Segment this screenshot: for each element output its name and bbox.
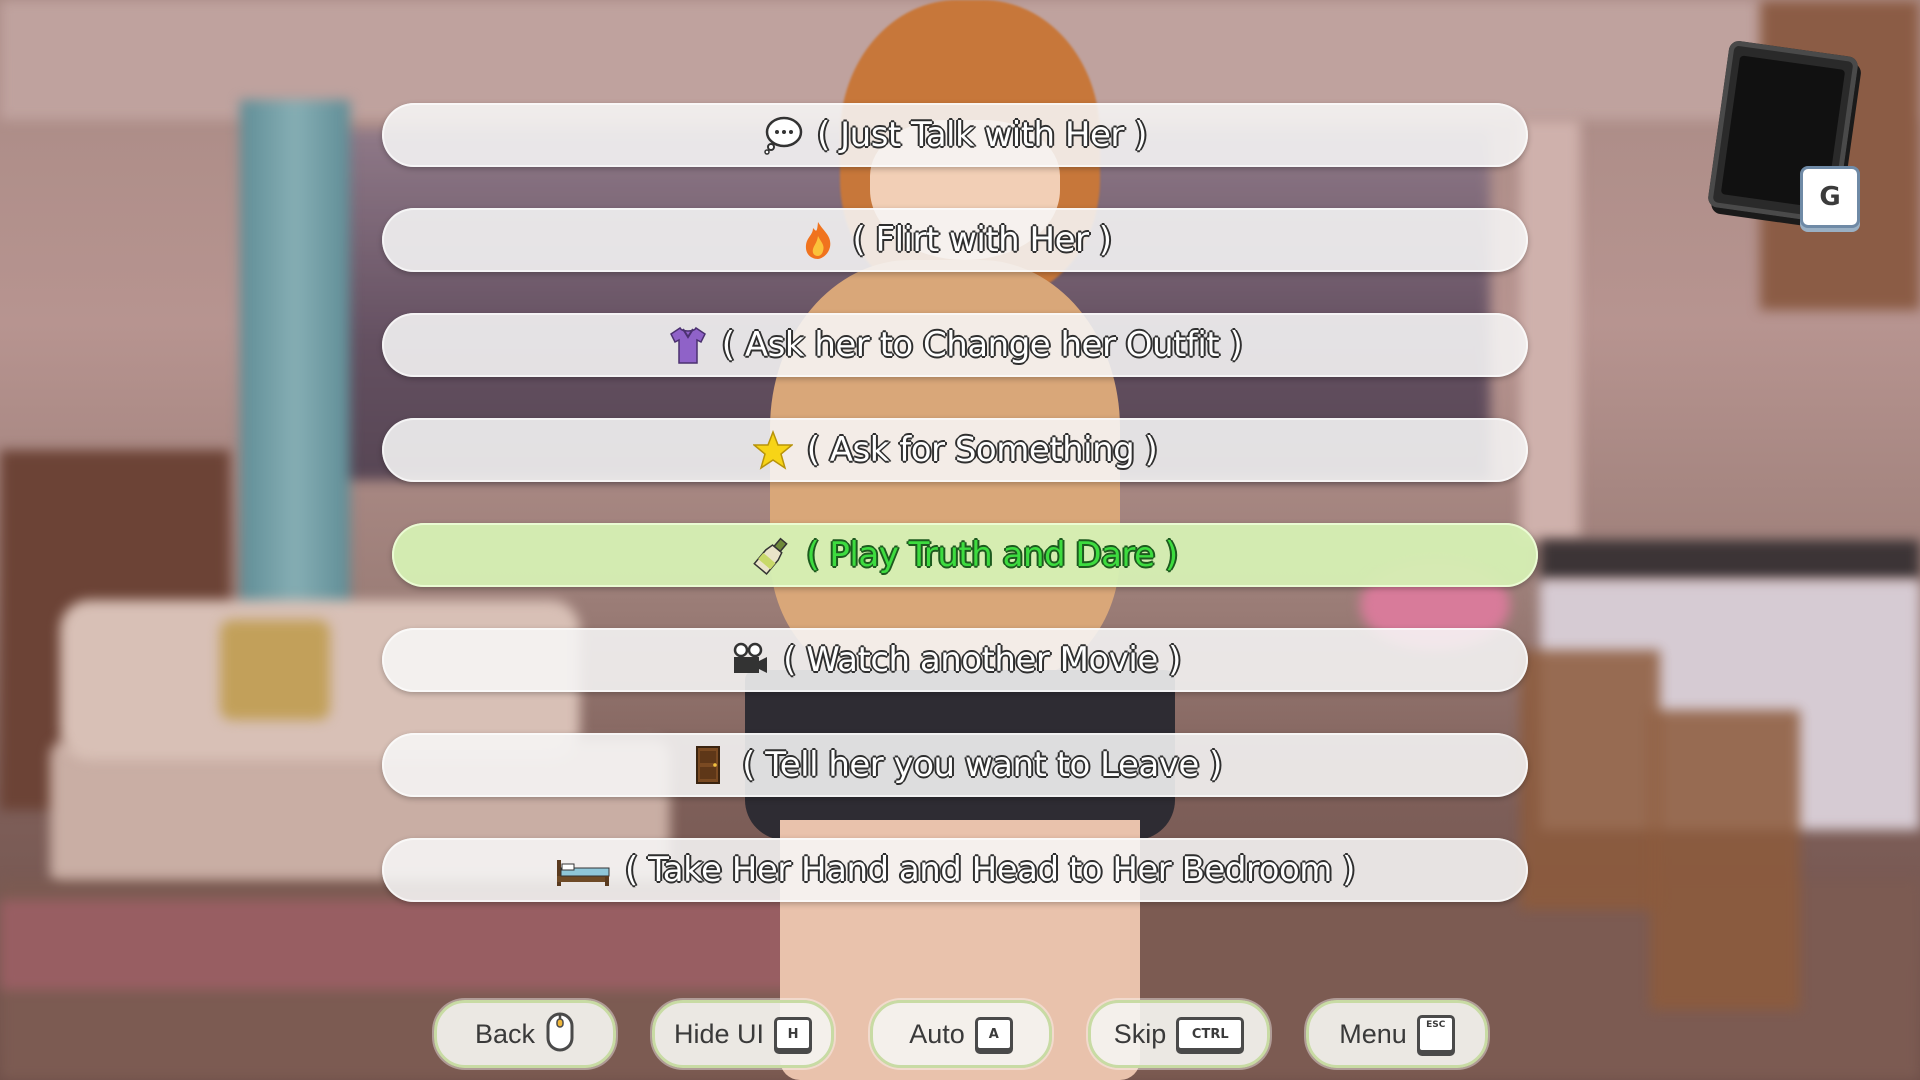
- door-icon: [688, 745, 728, 785]
- menu-button[interactable]: Menu ESC: [1306, 1000, 1488, 1068]
- back-button[interactable]: Back: [434, 1000, 616, 1068]
- auto-label: Auto: [909, 1018, 965, 1049]
- menu-label: Menu: [1339, 1018, 1407, 1049]
- fire-icon: [798, 220, 838, 260]
- back-label: Back: [474, 1018, 536, 1049]
- choice-bedroom[interactable]: ( Take Her Hand and Head to Her Bedroom …: [382, 838, 1528, 902]
- skip-keycap: CTRL: [1176, 1017, 1245, 1051]
- choice-label: ( Take Her Hand and Head to Her Bedroom …: [624, 849, 1356, 891]
- choice-flirt[interactable]: ( Flirt with Her ): [382, 208, 1528, 272]
- choice-just-talk[interactable]: ( Just Talk with Her ): [382, 103, 1528, 167]
- choice-change-outfit[interactable]: ( Ask her to Change her Outfit ): [382, 313, 1528, 377]
- choice-label: ( Tell her you want to Leave ): [741, 744, 1223, 786]
- shirt-icon: [668, 325, 708, 365]
- choice-truth-and-dare[interactable]: ( Play Truth and Dare ): [392, 523, 1538, 587]
- background-rug: [0, 900, 900, 990]
- choice-label: ( Ask her to Change her Outfit ): [721, 324, 1244, 366]
- bottle-icon: [752, 535, 792, 575]
- hide-ui-button[interactable]: Hide UI H: [652, 1000, 834, 1068]
- background-counter: [1540, 540, 1920, 580]
- choice-label: ( Play Truth and Dare ): [806, 534, 1179, 575]
- choice-label: ( Ask for Something ): [806, 429, 1159, 471]
- skip-button[interactable]: Skip CTRL: [1088, 1000, 1270, 1068]
- background-wall: [1520, 120, 1580, 540]
- background-chair: [1520, 650, 1660, 910]
- movie-camera-icon: [729, 640, 769, 680]
- auto-button[interactable]: Auto A: [870, 1000, 1052, 1068]
- background-pillow: [220, 620, 330, 720]
- skip-label: Skip: [1113, 1018, 1167, 1049]
- choice-label: ( Flirt with Her ): [852, 219, 1113, 261]
- auto-keycap: A: [974, 1017, 1013, 1051]
- bed-icon: [555, 850, 611, 890]
- background-chair: [1650, 710, 1800, 1010]
- mouse-icon: [545, 1011, 575, 1057]
- phone-hotkey: G: [1800, 166, 1860, 228]
- star-icon: [752, 430, 793, 470]
- speech-bubble-icon: [763, 115, 803, 155]
- choice-watch-movie[interactable]: ( Watch another Movie ): [382, 628, 1528, 692]
- choice-ask-something[interactable]: ( Ask for Something ): [382, 418, 1528, 482]
- background-curtain: [240, 100, 350, 660]
- menu-keycap: ESC: [1416, 1015, 1455, 1053]
- choice-label: ( Watch another Movie ): [782, 639, 1182, 681]
- hide-ui-keycap: H: [774, 1017, 813, 1051]
- hide-ui-label: Hide UI: [673, 1018, 765, 1049]
- game-scene: ( Just Talk with Her ) ( Flirt with Her …: [0, 0, 1920, 1080]
- choice-label: ( Just Talk with Her ): [816, 114, 1148, 156]
- choice-leave[interactable]: ( Tell her you want to Leave ): [382, 733, 1528, 797]
